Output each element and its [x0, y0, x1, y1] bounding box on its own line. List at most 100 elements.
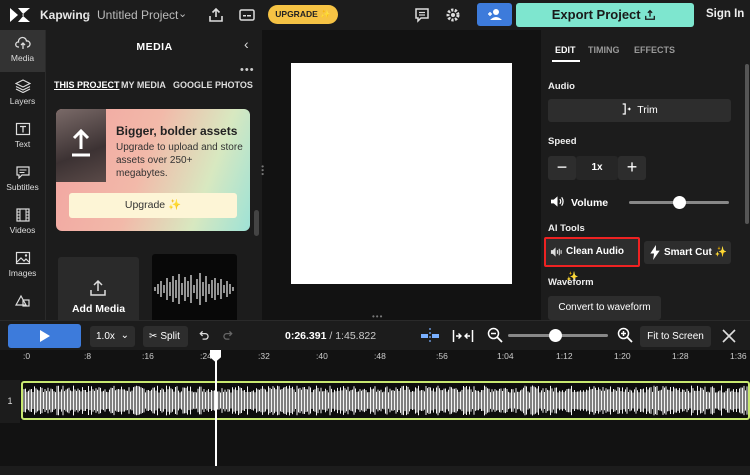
sidebar-item-media[interactable]: Media — [0, 30, 45, 72]
project-title[interactable]: Untitled Project — [97, 8, 178, 22]
timeline-scrollbar[interactable] — [0, 466, 750, 475]
ai-tools-section-label: AI Tools — [548, 223, 585, 234]
trim-button[interactable]: Trim — [548, 99, 731, 122]
smart-cut-button[interactable]: Smart Cut ✨ — [644, 241, 731, 264]
upload-icon — [72, 128, 90, 157]
export-label: Export Project — [551, 7, 641, 22]
media-panel: MEDIA ‹ ••• THIS PROJECT MY MEDIA GOOGLE… — [45, 30, 262, 320]
tab-effects[interactable]: EFFECTS — [634, 45, 675, 55]
speed-section-label: Speed — [548, 136, 577, 147]
add-media-label: Add Media — [71, 303, 126, 315]
convert-to-waveform-button[interactable]: Convert to waveform — [548, 296, 661, 320]
ruler-tick: :56 — [436, 351, 448, 361]
tab-google-photos[interactable]: GOOGLE PHOTOS — [173, 80, 253, 90]
ruler-tick: :0 — [23, 351, 31, 361]
playback-speed-value: 1.0x — [96, 331, 115, 342]
volume-label: Volume — [571, 197, 609, 209]
add-media-button[interactable]: Add Media — [58, 257, 139, 320]
tab-my-media[interactable]: MY MEDIA — [121, 80, 166, 90]
ruler-tick: :16 — [142, 351, 154, 361]
properties-scrollbar[interactable] — [745, 64, 749, 224]
upload-icon — [90, 279, 106, 296]
speed-increase-button[interactable]: + — [618, 156, 646, 180]
scissors-icon: ✂ — [149, 331, 158, 342]
ruler-tick: 1:36 — [730, 351, 747, 361]
canvas-area: ••• — [262, 30, 541, 321]
ruler-tick: 1:04 — [497, 351, 514, 361]
ruler-tick: :48 — [374, 351, 386, 361]
gear-icon[interactable] — [444, 6, 462, 24]
timeline-tracks: 1 — [0, 365, 750, 475]
tab-timing[interactable]: TIMING — [588, 45, 620, 55]
sidebar-item-subtitles[interactable]: Subtitles — [0, 159, 45, 201]
media-panel-title: MEDIA — [136, 41, 173, 53]
chevron-down-icon[interactable]: ⌄ — [178, 7, 187, 20]
tab-edit[interactable]: EDIT — [555, 45, 576, 55]
ruler-tick: 1:20 — [614, 351, 631, 361]
share-icon[interactable] — [207, 6, 225, 24]
smart-cut-label: Smart Cut ✨ — [664, 247, 728, 258]
promo-description: Upgrade to upload and store assets over … — [116, 142, 243, 179]
trim-icon — [622, 103, 632, 115]
split-button[interactable]: ✂ Split — [143, 326, 188, 347]
speed-decrease-button[interactable]: − — [548, 156, 576, 180]
total-time: 1:45.822 — [335, 330, 377, 342]
kapwing-logo-icon[interactable] — [8, 6, 32, 24]
layers-icon — [14, 79, 31, 93]
redo-icon[interactable] — [223, 330, 234, 341]
sidebar-item-images[interactable]: Images — [0, 245, 45, 287]
sign-in-link[interactable]: Sign In — [706, 8, 744, 20]
promo-upgrade-button[interactable]: Upgrade ✨ — [69, 193, 237, 218]
zoom-in-icon[interactable] — [617, 327, 633, 343]
zoom-out-icon[interactable] — [487, 327, 503, 343]
speaker-icon[interactable] — [550, 195, 565, 208]
image-icon — [15, 251, 30, 265]
track-number: 1 — [0, 380, 20, 423]
invite-collaborator-button[interactable] — [477, 3, 512, 26]
zoom-slider-handle[interactable] — [549, 329, 562, 342]
video-canvas[interactable] — [291, 63, 512, 284]
fit-width-icon[interactable] — [452, 328, 474, 344]
breadcrumb-separator-icon: › — [86, 7, 91, 22]
top-bar: Kapwing › Untitled Project ⌄ UPGRADE ✨ E… — [0, 0, 750, 30]
clean-audio-button[interactable]: Clean Audio ✨ — [544, 237, 640, 283]
upgrade-button[interactable]: UPGRADE ✨ — [268, 5, 338, 24]
audio-clip[interactable] — [21, 381, 750, 420]
text-icon — [15, 122, 30, 136]
panel-resize-handle-icon[interactable]: ••• — [258, 165, 267, 176]
undo-icon[interactable] — [198, 330, 209, 341]
timeline-toolbar: 1.0x ⌄ ✂ Split 0:26.391 / 1:45.822 Fit to… — [0, 320, 750, 350]
speed-value[interactable]: 1x — [576, 156, 618, 180]
caption-icon[interactable] — [238, 6, 256, 24]
play-button[interactable] — [8, 324, 81, 348]
timeline-ruler[interactable]: :0 :8 :16 :24 :32 :40 :48 :56 1:04 1:12 … — [0, 350, 750, 365]
close-icon[interactable] — [722, 329, 736, 343]
sidebar-item-videos[interactable]: Videos — [0, 202, 45, 244]
export-project-button[interactable]: Export Project — [516, 3, 694, 27]
playback-speed-select[interactable]: 1.0x ⌄ — [90, 326, 135, 347]
playhead[interactable] — [215, 350, 217, 468]
snap-icon[interactable] — [419, 328, 441, 344]
sidebar-item-text[interactable]: Text — [0, 116, 45, 158]
audio-media-thumbnail[interactable] — [152, 254, 237, 320]
ruler-tick: 1:28 — [672, 351, 689, 361]
comment-icon[interactable] — [413, 6, 431, 24]
brand-name[interactable]: Kapwing — [40, 8, 90, 22]
promo-photo — [56, 109, 106, 182]
upgrade-promo-card: Bigger, bolder assets Upgrade to upload … — [56, 109, 250, 231]
more-options-icon[interactable]: ••• — [240, 64, 255, 76]
volume-slider-handle[interactable] — [673, 196, 686, 209]
panel-scrollbar[interactable] — [254, 210, 259, 236]
shapes-icon — [14, 294, 30, 307]
time-separator: / — [326, 330, 336, 342]
ruler-tick: :40 — [316, 351, 328, 361]
split-label: Split — [160, 331, 180, 342]
fit-to-screen-button[interactable]: Fit to Screen — [640, 326, 711, 347]
sidebar-item-label: Layers — [9, 96, 36, 106]
chevron-left-icon[interactable]: ‹ — [244, 36, 249, 52]
tab-this-project[interactable]: THIS PROJECT — [54, 80, 120, 90]
audio-wave-icon — [550, 247, 562, 257]
sidebar-item-layers[interactable]: Layers — [0, 73, 45, 115]
sidebar-item-label: Images — [8, 268, 37, 278]
active-tab-indicator — [552, 60, 580, 62]
